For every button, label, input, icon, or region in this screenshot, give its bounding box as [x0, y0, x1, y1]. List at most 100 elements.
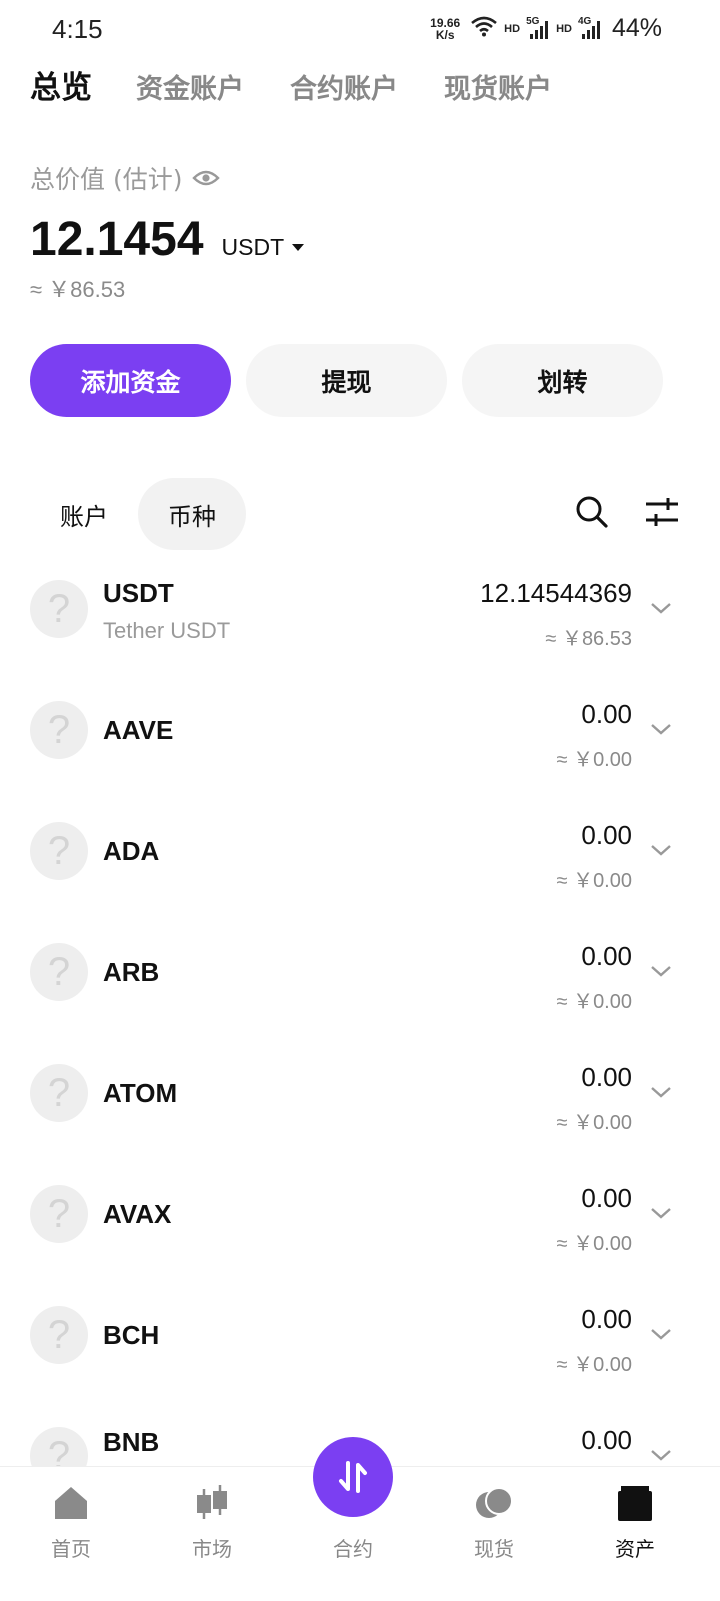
chevron-down-icon[interactable] [650, 1205, 672, 1219]
coin-symbol: ATOM [103, 1078, 178, 1108]
coin-name: Tether USDT [103, 618, 231, 643]
nav-label: 首页 [51, 1537, 91, 1561]
total-value-row: 12.1454 USDT [30, 212, 305, 267]
coin-symbol: BNB [103, 1427, 160, 1457]
currency-selector[interactable]: USDT [222, 234, 305, 261]
coin-fiat-value: ≈ ￥0.00 [556, 1233, 632, 1255]
add-funds-button[interactable]: 添加资金 [30, 344, 231, 417]
transfer-button[interactable]: 划转 [462, 344, 663, 417]
account-tabs: 总览 资金账户 合约账户 现货账户 [30, 62, 598, 107]
coin-fiat-value: ≈ ￥86.53 [545, 628, 632, 650]
nav-label: 资产 [615, 1537, 655, 1561]
nav-spot[interactable]: 现货 [434, 1467, 554, 1601]
coin-symbol: USDT [103, 578, 174, 608]
network-speed-unit: K/s [435, 27, 455, 42]
signal-icon-4g: 4G [577, 15, 602, 40]
tab-overview[interactable]: 总览 [30, 62, 92, 107]
list-tools [574, 494, 680, 530]
coin-logo-placeholder: ? [30, 580, 88, 638]
status-time: 4:15 [52, 14, 103, 44]
chevron-down-icon[interactable] [650, 1326, 672, 1340]
coin-symbol: ARB [103, 957, 160, 987]
action-buttons: 添加资金 提现 划转 [30, 344, 663, 417]
chevron-down-icon[interactable] [650, 963, 672, 977]
list-view-tabs: 账户 币种 [30, 478, 246, 550]
wifi-icon [470, 15, 498, 42]
total-value-label: 总价值 (估计) [30, 165, 183, 194]
nav-label: 合约 [333, 1537, 373, 1561]
coin-logo-placeholder: ? [30, 1064, 88, 1122]
signal-icon-5g: 5G [526, 15, 550, 40]
signal-generation-label: 4G [577, 15, 592, 27]
coin-amount: 0.00 [581, 820, 632, 850]
nav-label: 现货 [474, 1537, 514, 1561]
coin-amount: 0.00 [581, 699, 632, 729]
caret-down-icon [292, 244, 305, 251]
asset-row-avax[interactable]: ? AVAX 0.00 ≈ ￥0.00 [0, 1161, 720, 1282]
nav-futures[interactable]: 合约 [293, 1437, 413, 1601]
tab-futures-account[interactable]: 合约账户 [290, 67, 398, 106]
wallet-icon [615, 1483, 655, 1523]
tab-funding-account[interactable]: 资金账户 [136, 67, 244, 106]
nav-home[interactable]: 首页 [11, 1467, 131, 1601]
network-speed: 19.66 K/s [430, 17, 460, 41]
currency-label: USDT [221, 234, 285, 260]
coin-symbol: BCH [103, 1320, 160, 1350]
chevron-down-icon[interactable] [650, 600, 672, 614]
asset-row-usdt[interactable]: ? USDT Tether USDT 12.14544369 ≈ ￥86.53 [0, 556, 720, 677]
coin-amount: 12.14544369 [480, 578, 632, 608]
home-icon [51, 1483, 91, 1523]
network-speed-value: 19.66 [430, 15, 461, 30]
status-indicators: 19.66 K/s HD 5G HD 4G 44% [430, 14, 662, 43]
coin-symbol: ADA [103, 836, 160, 866]
swap-arrows-icon [313, 1437, 393, 1517]
tab-spot-account[interactable]: 现货账户 [444, 67, 552, 106]
hd-label: HD [556, 22, 572, 35]
coin-symbol: AVAX [103, 1199, 172, 1229]
coin-symbol: AAVE [103, 715, 174, 745]
chevron-down-icon[interactable] [650, 1447, 672, 1461]
nav-assets[interactable]: 资产 [575, 1467, 695, 1601]
bottom-navigation: 首页 市场 合约 现货 资产 [0, 1437, 720, 1601]
nav-label: 市场 [192, 1537, 232, 1561]
coin-amount: 0.00 [581, 1062, 632, 1092]
eye-icon[interactable] [192, 168, 221, 188]
nav-market[interactable]: 市场 [152, 1467, 272, 1601]
coin-logo-placeholder: ? [30, 1306, 88, 1364]
tab-by-account[interactable]: 账户 [30, 478, 138, 550]
signal-generation-label: 5G [526, 15, 540, 27]
withdraw-button[interactable]: 提现 [246, 344, 447, 417]
chevron-down-icon[interactable] [650, 721, 672, 735]
coin-amount: 0.00 [581, 941, 632, 971]
search-icon[interactable] [574, 494, 610, 530]
coin-fiat-value: ≈ ￥0.00 [556, 870, 632, 892]
candlestick-icon [192, 1483, 232, 1523]
total-value-fiat: ≈ ￥86.53 [30, 277, 126, 302]
filter-sliders-icon[interactable] [644, 494, 680, 530]
asset-row-bch[interactable]: ? BCH 0.00 ≈ ￥0.00 [0, 1282, 720, 1403]
hd-label: HD [504, 22, 521, 35]
coin-amount: 0.00 [581, 1425, 632, 1455]
chevron-down-icon[interactable] [650, 842, 672, 856]
coin-fiat-value: ≈ ￥0.00 [556, 749, 632, 771]
coin-logo-placeholder: ? [30, 1185, 88, 1243]
total-value-header: 总价值 (估计) [30, 160, 221, 196]
coin-amount: 0.00 [581, 1304, 632, 1334]
asset-row-aave[interactable]: ? AAVE 0.00 ≈ ￥0.00 [0, 677, 720, 798]
chevron-down-icon[interactable] [650, 1084, 672, 1098]
coin-fiat-value: ≈ ￥0.00 [556, 1354, 632, 1376]
asset-row-atom[interactable]: ? ATOM 0.00 ≈ ￥0.00 [0, 1040, 720, 1161]
coin-fiat-value: ≈ ￥0.00 [556, 1112, 632, 1134]
battery-level: 44% [611, 14, 662, 42]
asset-row-ada[interactable]: ? ADA 0.00 ≈ ￥0.00 [0, 798, 720, 919]
total-value-amount: 12.1454 [30, 213, 204, 266]
asset-row-arb[interactable]: ? ARB 0.00 ≈ ￥0.00 [0, 919, 720, 1040]
tab-by-coin[interactable]: 币种 [138, 478, 246, 550]
coin-amount: 0.00 [581, 1183, 632, 1213]
status-bar: 4:15 19.66 K/s HD 5G HD 4G 44% [0, 0, 720, 56]
coins-icon [474, 1483, 514, 1523]
coin-logo-placeholder: ? [30, 943, 88, 1001]
coin-logo-placeholder: ? [30, 701, 88, 759]
coin-fiat-value: ≈ ￥0.00 [556, 991, 632, 1013]
coin-logo-placeholder: ? [30, 822, 88, 880]
